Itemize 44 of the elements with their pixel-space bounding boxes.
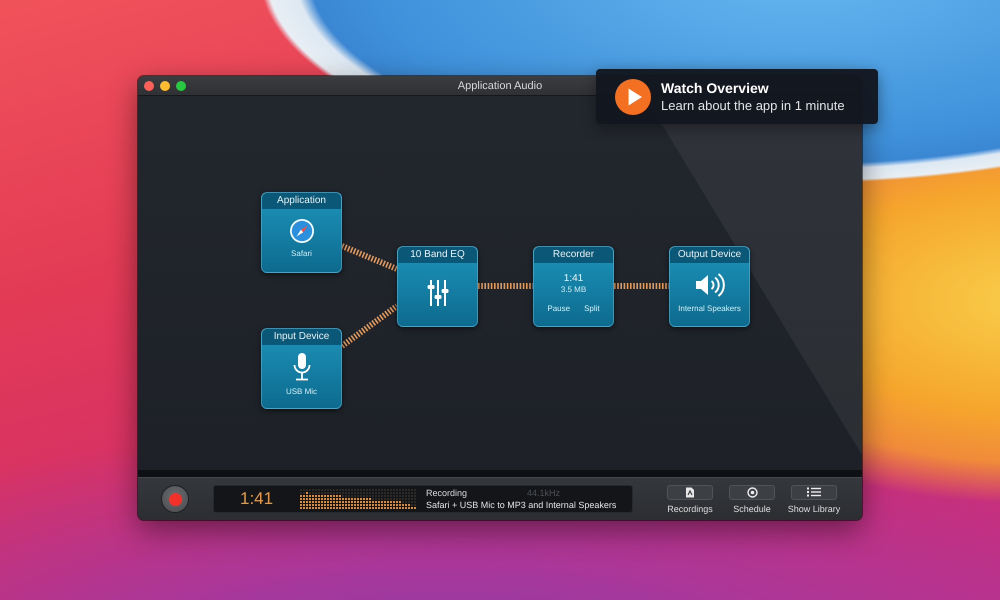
speaker-icon xyxy=(694,272,724,298)
microphone-icon xyxy=(292,353,310,381)
status-label: Recording xyxy=(426,488,468,498)
zoom-button[interactable] xyxy=(176,80,186,90)
connector-line xyxy=(340,304,399,348)
elapsed-time: 1:41 xyxy=(239,489,274,509)
recorder-time: 1:41 xyxy=(564,273,584,284)
record-button[interactable] xyxy=(161,485,189,513)
equalizer-icon xyxy=(426,278,448,306)
node-title: Application xyxy=(262,193,341,209)
connector-line xyxy=(478,283,533,289)
node-title: Recorder xyxy=(534,247,613,263)
node-card[interactable]: Output Device Internal Speakers xyxy=(669,246,750,327)
window-title: Application Audio xyxy=(458,80,542,92)
compass-icon xyxy=(290,219,314,243)
toolbar-button[interactable]: Show Library xyxy=(786,484,842,514)
node-label: Internal Speakers xyxy=(678,304,741,313)
node-title: 10 Band EQ xyxy=(398,247,477,263)
node-card[interactable]: 10 Band EQ xyxy=(397,246,478,327)
recorder-size: 3.5 MB xyxy=(560,285,586,294)
connector-line xyxy=(614,283,669,289)
node-card[interactable]: Input Device USB Mic xyxy=(261,328,342,409)
toolbar-button[interactable]: Recordings xyxy=(662,484,718,514)
status-description: Safari + USB Mic to MP3 and Internal Speakers xyxy=(426,500,616,510)
close-button[interactable] xyxy=(144,80,154,90)
overview-title: Watch Overview xyxy=(661,80,770,96)
document-icon xyxy=(667,484,713,500)
overview-popover[interactable]: Watch Overview Learn about the app in 1 minute xyxy=(596,69,878,124)
list-icon xyxy=(791,484,837,500)
recorder-button[interactable]: Split xyxy=(584,304,600,313)
minimize-button[interactable] xyxy=(160,80,170,90)
play-icon xyxy=(615,78,651,114)
node-label: USB Mic xyxy=(286,387,318,396)
connector-line xyxy=(340,243,398,272)
node-title: Output Device xyxy=(670,247,749,263)
sample-rate: 44.1kHz xyxy=(527,488,560,498)
toolbar-button[interactable]: Schedule xyxy=(724,484,780,514)
overview-subtitle: Learn about the app in 1 minute xyxy=(661,98,845,113)
node-card[interactable]: Application Safari xyxy=(261,192,342,273)
recorder-button[interactable]: Pause xyxy=(547,304,570,313)
node-card[interactable]: Recorder 1:41 3.5 MB Pause Split xyxy=(533,246,614,327)
record-dot-icon xyxy=(168,492,182,506)
node-title: Input Device xyxy=(262,329,341,345)
node-label: Safari xyxy=(291,249,312,258)
